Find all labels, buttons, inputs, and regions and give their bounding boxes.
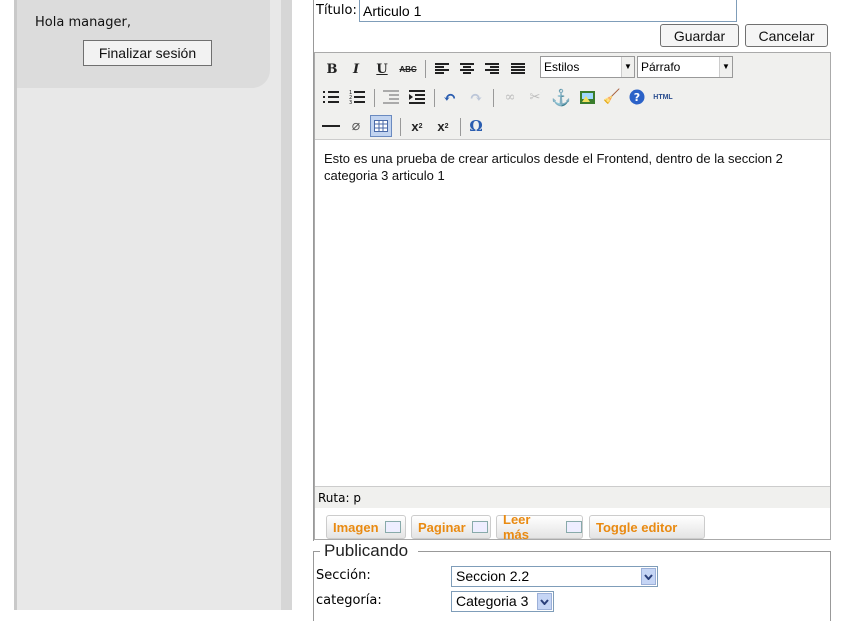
column-divider [281, 0, 292, 610]
subscript-icon[interactable]: x2 [407, 116, 427, 136]
toolbar-separator [434, 89, 435, 107]
readmore-icon [566, 521, 582, 533]
svg-text:?: ? [634, 91, 640, 104]
toolbar-separator [493, 89, 494, 107]
link-icon[interactable]: ∞ [500, 87, 520, 107]
toggle-editor-button[interactable]: Toggle editor [589, 515, 705, 539]
unlink-icon[interactable]: ✂ [525, 87, 545, 107]
align-left-icon[interactable] [432, 59, 452, 79]
eraser-icon[interactable]: ⌀ [346, 116, 366, 136]
strikethrough-icon[interactable]: ABC [398, 59, 418, 79]
styles-select[interactable]: Estilos ▼ [540, 56, 635, 78]
justify-icon[interactable] [508, 59, 528, 79]
greeting-text: Hola manager, [35, 15, 132, 30]
category-select[interactable]: Categoria 3 [451, 591, 554, 612]
numbered-list-icon[interactable]: 123 [347, 87, 367, 107]
page-margin [0, 0, 14, 610]
logout-button[interactable]: Finalizar sesión [83, 40, 212, 66]
bold-icon[interactable]: B [322, 59, 342, 79]
insert-image-button[interactable]: Imagen [326, 515, 406, 539]
chevron-down-icon [641, 568, 656, 585]
svg-text:3: 3 [349, 100, 352, 104]
publishing-legend: Publicando [320, 541, 419, 561]
rich-text-editor: B I U ABC Estilos ▼ Párrafo ▼ 123 ↶ ↷ ∞ ✂ … [314, 52, 831, 542]
html-source-icon[interactable]: HTML [651, 87, 675, 107]
align-center-icon[interactable] [457, 59, 477, 79]
chevron-down-icon: ▼ [621, 57, 634, 77]
insert-image-label: Imagen [333, 519, 379, 535]
cleanup-icon[interactable]: 🧹 [602, 87, 622, 107]
readmore-button[interactable]: Leer más [496, 512, 583, 542]
title-input[interactable]: Articulo 1 [359, 0, 737, 22]
title-label: Título: [316, 3, 357, 18]
category-select-value: Categoria 3 [456, 593, 529, 609]
special-char-icon[interactable]: Ω [466, 116, 486, 136]
section-label: Sección: [316, 568, 371, 583]
underline-icon[interactable]: U [372, 59, 392, 79]
pagebreak-icon [471, 521, 488, 533]
toolbar-separator [374, 89, 375, 107]
category-label: categoría: [316, 593, 382, 608]
pagebreak-label: Paginar [418, 519, 466, 535]
section-select[interactable]: Seccion 2.2 [451, 566, 658, 587]
sidebar [14, 0, 281, 610]
help-icon[interactable]: ? [627, 87, 647, 107]
toolbar-separator [460, 118, 461, 136]
anchor-icon[interactable]: ⚓ [551, 87, 571, 107]
spacer [292, 0, 313, 610]
bullet-list-icon[interactable] [321, 87, 341, 107]
chevron-down-icon: ▼ [719, 57, 732, 77]
toolbar-separator [400, 118, 401, 136]
align-right-icon[interactable] [482, 59, 502, 79]
table-icon[interactable] [370, 115, 392, 137]
indent-icon[interactable] [407, 87, 427, 107]
editor-path: Ruta: p [315, 486, 830, 508]
cancel-button[interactable]: Cancelar [745, 24, 828, 47]
italic-icon[interactable]: I [346, 59, 366, 79]
image-icon[interactable] [577, 87, 597, 107]
outdent-icon[interactable] [381, 87, 401, 107]
image-icon [384, 521, 401, 533]
undo-icon[interactable]: ↶ [440, 87, 460, 107]
format-select-value: Párrafo [641, 60, 681, 74]
styles-select-value: Estilos [544, 60, 580, 74]
chevron-down-icon [537, 593, 552, 610]
save-button[interactable]: Guardar [660, 24, 739, 47]
format-select[interactable]: Párrafo ▼ [637, 56, 733, 78]
horizontal-rule-icon[interactable] [321, 116, 341, 136]
superscript-icon[interactable]: x2 [433, 116, 453, 136]
section-select-value: Seccion 2.2 [456, 568, 530, 584]
toolbar-separator [425, 60, 426, 78]
editor-content[interactable]: Esto es una prueba de crear articulos de… [315, 139, 830, 485]
readmore-label: Leer más [503, 512, 531, 542]
pagebreak-button[interactable]: Paginar [411, 515, 491, 539]
editor-toolbar: B I U ABC Estilos ▼ Párrafo ▼ 123 ↶ ↷ ∞ ✂ … [315, 53, 830, 140]
redo-icon[interactable]: ↷ [466, 87, 486, 107]
